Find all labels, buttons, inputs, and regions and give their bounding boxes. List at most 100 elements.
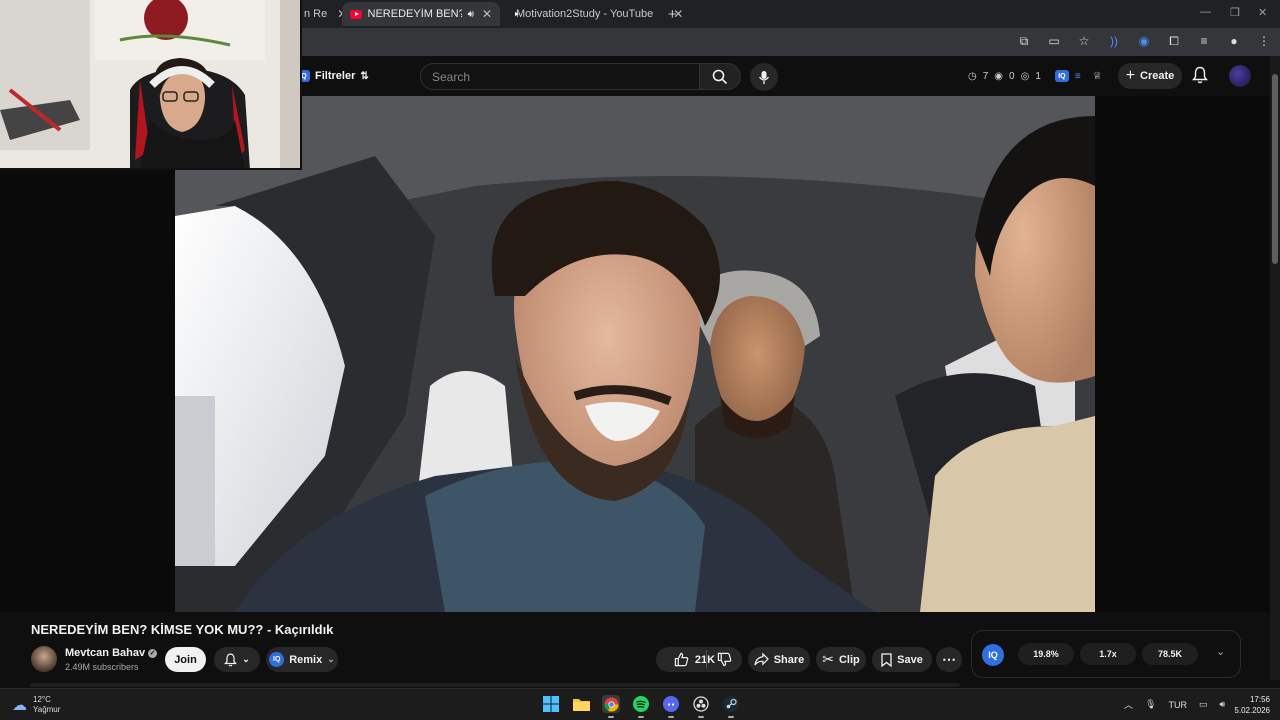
remix-button[interactable]: IQ Remix ⌄	[266, 647, 338, 672]
tab-label: n Re	[304, 8, 328, 20]
thumbs-down-icon	[717, 652, 731, 667]
video-player[interactable]	[175, 96, 1095, 612]
channel-avatar[interactable]	[31, 646, 57, 672]
extensions-puzzle-icon[interactable]: ⧠	[1166, 34, 1182, 49]
volume-icon[interactable]: 🔊︎	[1219, 699, 1225, 710]
extension-stats: ◷ 7 ◉ 0 ◎ 1 IQ ≡ ♕	[968, 70, 1102, 82]
sliders-icon: ⇅	[360, 70, 369, 82]
trophy-icon[interactable]: ♕	[1093, 71, 1102, 82]
speaker-icon[interactable]: 🔊︎	[468, 9, 474, 20]
scissors-icon: ✂	[822, 651, 834, 667]
tab-motivation2study[interactable]: Motivation2Study - YouTube ✕	[502, 2, 683, 26]
chrome-icon[interactable]	[602, 695, 620, 718]
clock-date: 5.02.2026	[1234, 706, 1270, 715]
more-actions-button[interactable]: ⋯	[936, 647, 962, 672]
divider	[706, 650, 707, 668]
taskbar-apps	[542, 695, 740, 718]
dislike-button[interactable]	[706, 647, 742, 672]
page-scrollbar[interactable]	[1270, 56, 1280, 680]
filters-button[interactable]: IQ Filtreler ⇅	[296, 65, 369, 87]
join-button[interactable]: Join	[165, 647, 206, 672]
network-icon[interactable]: ▭	[1199, 699, 1208, 710]
create-button[interactable]: + Create	[1118, 63, 1182, 89]
window-close-icon[interactable]: ✕	[1258, 6, 1267, 19]
channel-name[interactable]: Mevtcan Bahav ✓	[65, 647, 158, 659]
chevron-down-icon[interactable]: ⌄	[1216, 645, 1225, 658]
clip-button[interactable]: ✂ Clip	[816, 647, 866, 672]
search-icon	[712, 69, 728, 84]
minimize-icon[interactable]: —	[1200, 6, 1211, 18]
extension-audio-icon[interactable]: ))	[1106, 34, 1122, 49]
os-taskbar: ☁ 12°C Yağmur ︿ 🎙︎ TUR ▭ �	[0, 688, 1280, 720]
cast-icon[interactable]: ▭	[1046, 34, 1062, 49]
save-button[interactable]: Save	[872, 647, 932, 672]
microphone-icon	[758, 70, 770, 84]
extension-iq-icon[interactable]: ◉	[1136, 34, 1152, 49]
clock-icon: ◷	[968, 70, 977, 82]
filters-label: Filtreler	[315, 70, 356, 82]
create-label: Create	[1140, 70, 1175, 82]
discord-icon[interactable]	[662, 695, 680, 718]
language-indicator[interactable]: TUR	[1168, 700, 1187, 710]
translate-icon[interactable]: ⧉	[1016, 34, 1032, 49]
more-horizontal-icon: ⋯	[942, 651, 956, 667]
extension-icons: ⧉ ▭ ☆ )) ◉ ⧠ ≡ ● ⋮	[1016, 34, 1272, 49]
iq-metric-multiplier: 1.7x	[1080, 643, 1136, 665]
profile-avatar-icon[interactable]: ●	[1226, 34, 1242, 49]
reading-list-icon[interactable]: ≡	[1196, 34, 1212, 49]
bookmark-star-icon[interactable]: ☆	[1076, 34, 1092, 49]
iq-logo[interactable]: IQ	[982, 644, 1004, 666]
iq-extension-icon[interactable]: IQ	[1054, 70, 1069, 82]
iq-metric-count: 78.5K	[1142, 643, 1198, 665]
video-frame	[175, 96, 1095, 612]
description-edge	[30, 683, 960, 687]
stat-value: 7	[982, 70, 989, 82]
youtube-icon	[350, 9, 362, 19]
iq-stats-panel: IQ 19.8% 1.7x 78.5K ⌄	[971, 630, 1241, 678]
video-title: NEREDEYİM BEN? KİMSE YOK MU?? - Kaçırıld…	[31, 622, 334, 637]
subscribed-notifications-button[interactable]: ⌄	[214, 647, 260, 672]
file-explorer-icon[interactable]	[572, 695, 590, 713]
bookmark-icon	[881, 652, 892, 667]
weather-temperature: 12°C	[33, 695, 51, 704]
verified-check-icon: ✓	[148, 649, 158, 658]
new-tab-button[interactable]: +	[660, 2, 685, 26]
taskbar-clock[interactable]: 17:56 5.02.2026	[1230, 694, 1270, 716]
restore-icon[interactable]: ❐	[1230, 6, 1240, 19]
bell-icon	[224, 653, 238, 666]
steam-icon[interactable]	[722, 695, 740, 718]
stat-value: 1	[1035, 70, 1041, 82]
search-placeholder: Search	[432, 69, 471, 84]
webcam-overlay	[0, 0, 302, 170]
windows-start-icon[interactable]	[542, 695, 560, 713]
share-arrow-icon	[754, 653, 769, 666]
stat-value: 0	[1009, 70, 1015, 82]
tab-active-video[interactable]: NEREDEYİM BEN? KİMSE YO 🔊︎ ✕	[342, 2, 500, 26]
weather-widget[interactable]: ☁ 12°C Yağmur	[12, 695, 60, 715]
weather-condition: Yağmur	[33, 705, 61, 714]
clock-time: 17:56	[1249, 695, 1270, 704]
remix-label: Remix	[289, 653, 323, 666]
voice-search-button[interactable]	[750, 63, 778, 91]
chevron-down-icon: ⌄	[242, 654, 250, 664]
search-button[interactable]	[699, 63, 741, 90]
share-button[interactable]: Share	[748, 647, 810, 672]
share-label: Share	[773, 653, 805, 666]
thumbs-up-icon	[674, 652, 689, 667]
webcam-feed	[0, 0, 300, 168]
notifications-bell-icon[interactable]	[1192, 66, 1208, 84]
list-icon[interactable]: ≡	[1075, 71, 1081, 82]
chevron-up-icon[interactable]: ︿	[1124, 698, 1133, 711]
obs-icon[interactable]	[692, 695, 710, 718]
save-label: Save	[897, 653, 923, 666]
close-icon[interactable]: ✕	[482, 7, 492, 21]
spotify-icon[interactable]	[632, 695, 650, 718]
chevron-down-icon: ⌄	[327, 654, 335, 664]
account-avatar[interactable]	[1229, 65, 1251, 87]
search-input[interactable]: Search	[420, 63, 700, 90]
eye-outline-icon: ◎	[1020, 70, 1030, 82]
iq-metric-percent: 19.8%	[1018, 643, 1074, 665]
browser-menu-icon[interactable]: ⋮	[1256, 34, 1272, 49]
microphone-icon[interactable]: 🎙︎	[1145, 699, 1156, 710]
plus-icon: +	[1125, 67, 1136, 84]
